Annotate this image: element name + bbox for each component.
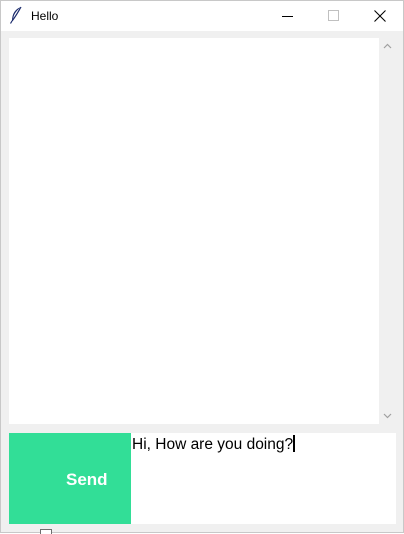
background-window-fragment [40, 529, 52, 534]
feather-icon [9, 6, 22, 24]
app-window: Hello Send Hi, How are you doing? [0, 0, 404, 533]
title-bar[interactable]: Hello [1, 1, 403, 31]
maximize-icon [328, 10, 339, 21]
chat-scrollbar[interactable] [379, 38, 396, 424]
scroll-up-icon[interactable] [383, 42, 392, 51]
message-input[interactable]: Hi, How are you doing? [131, 433, 396, 524]
close-icon [374, 10, 386, 22]
text-caret [293, 435, 296, 452]
minimize-button[interactable] [265, 1, 311, 31]
window-title: Hello [31, 9, 59, 23]
message-input-text: Hi, How are you doing? [132, 435, 296, 454]
minimize-icon [282, 16, 293, 17]
scroll-down-icon[interactable] [383, 411, 392, 420]
message-input-value: Hi, How are you doing? [132, 436, 294, 453]
send-button[interactable]: Send [9, 433, 131, 524]
send-button-label: Send [66, 470, 108, 489]
chat-log[interactable] [9, 38, 379, 424]
close-button[interactable] [357, 1, 403, 31]
maximize-button[interactable] [311, 1, 357, 31]
